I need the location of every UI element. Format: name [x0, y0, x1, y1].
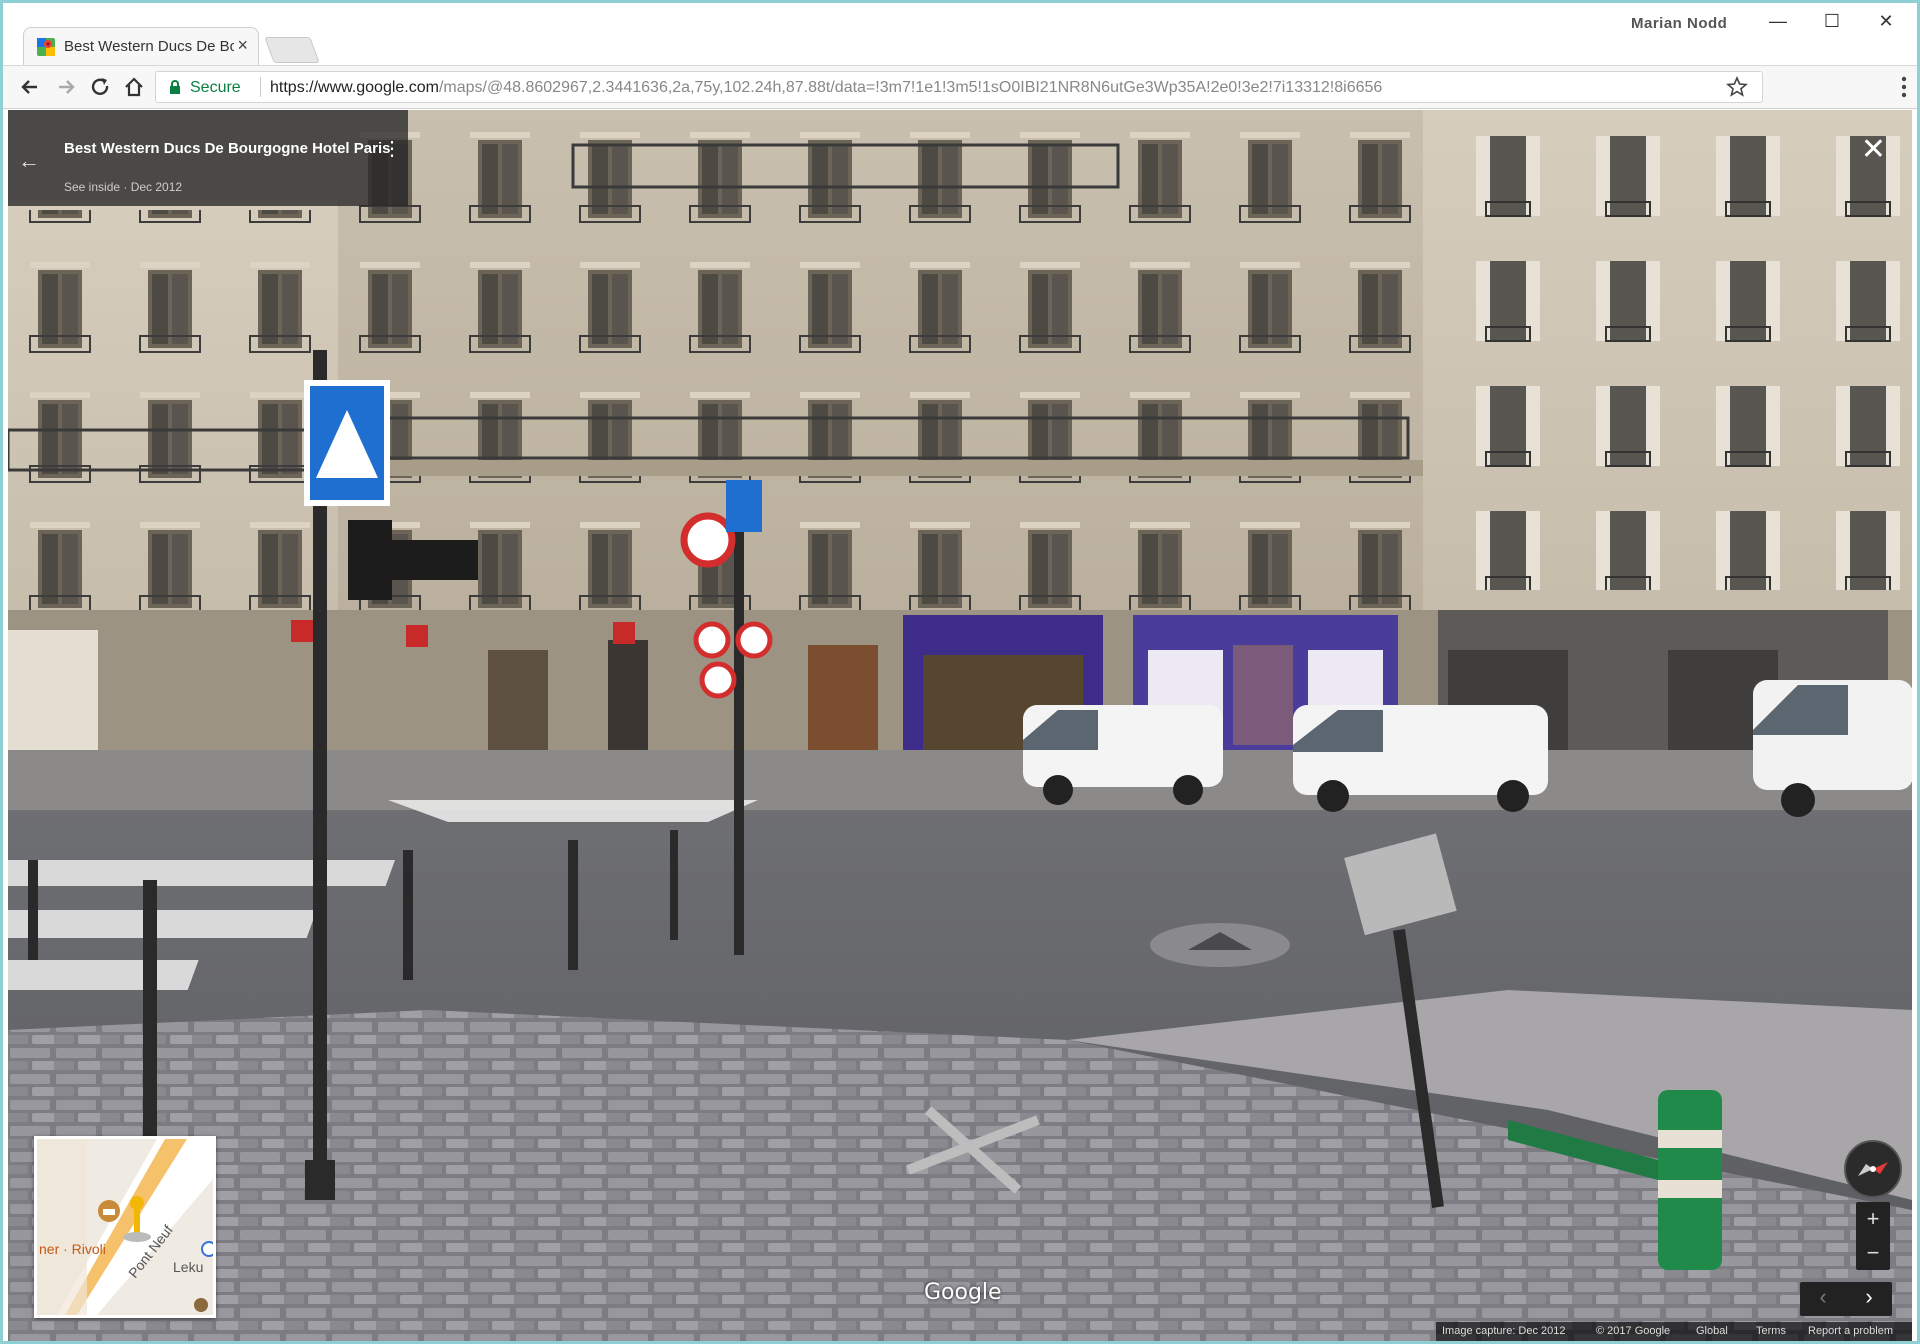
google-logo: Google [924, 1280, 1002, 1305]
minimap-graphic [37, 1139, 213, 1315]
url-path: /maps/@48.8602967,2.3441636,2a,75y,102.2… [438, 79, 1383, 96]
browser-toolbar: Secure https://www.google.com/maps/@48.8… [3, 65, 1917, 109]
global-link[interactable]: Global [1696, 1325, 1728, 1337]
minimap-label-rivoli: ner · Rivoli [39, 1241, 106, 1257]
close-window-button[interactable]: ✕ [1871, 11, 1901, 32]
url-host: https://www.google.com [270, 79, 439, 96]
google-maps-icon [37, 38, 55, 56]
secure-label: Secure [190, 79, 241, 96]
url-text[interactable]: https://www.google.com/maps/@48.8602967,… [270, 79, 1382, 97]
place-info-card: ← Best Western Ducs De Bourgogne Hotel P… [8, 110, 408, 206]
street-scene-image [8, 110, 1912, 1341]
back-icon[interactable] [17, 74, 43, 100]
place-title[interactable]: Best Western Ducs De Bourgogne Hotel Par… [64, 140, 390, 157]
minimap[interactable]: ner · Rivoli Pont Neuf Leku [34, 1136, 216, 1318]
tab-close-icon[interactable]: × [237, 35, 248, 56]
forward-icon[interactable] [53, 74, 79, 100]
menu-icon[interactable] [1901, 76, 1907, 98]
address-bar[interactable]: Secure https://www.google.com/maps/@48.8… [155, 71, 1763, 103]
new-tab-button[interactable] [264, 37, 320, 63]
zoom-control: + − [1856, 1202, 1890, 1270]
omnibox-divider [260, 77, 261, 97]
terms-link[interactable]: Terms [1756, 1325, 1786, 1337]
browser-window: Best Western Ducs De Bourgogne Hotel Par… [0, 0, 1920, 1344]
place-subtitle[interactable]: See inside · Dec 2012 [64, 180, 182, 194]
tab-title: Best Western Ducs De Bourgogne Hotel Par… [64, 38, 234, 55]
compass-needle-icon [1858, 1162, 1888, 1176]
more-options-icon[interactable]: ⋮ [382, 136, 402, 161]
photo-pager: ‹ › [1800, 1282, 1892, 1316]
maximize-button[interactable]: ☐ [1817, 11, 1847, 32]
zoom-out-button[interactable]: − [1856, 1236, 1890, 1270]
street-view-panorama[interactable]: ← Best Western Ducs De Bourgogne Hotel P… [8, 110, 1912, 1341]
minimap-label-leku: Leku [173, 1259, 204, 1275]
home-icon[interactable] [121, 74, 147, 100]
minimize-button[interactable]: — [1763, 11, 1793, 32]
compass-icon[interactable] [1844, 1140, 1902, 1198]
lock-icon [170, 80, 180, 94]
zoom-in-button[interactable]: + [1856, 1202, 1890, 1236]
copyright-text: © 2017 Google [1596, 1325, 1671, 1337]
reload-icon[interactable] [87, 74, 113, 100]
previous-photo-button[interactable]: ‹ [1800, 1284, 1846, 1314]
back-arrow-icon[interactable]: ← [18, 148, 40, 174]
profile-name[interactable]: Marian Nodd [1631, 15, 1727, 32]
star-icon[interactable] [1726, 76, 1748, 98]
report-problem-link[interactable]: Report a problem [1808, 1325, 1893, 1337]
browser-tab[interactable]: Best Western Ducs De Bourgogne Hotel Par… [23, 27, 259, 65]
next-photo-button[interactable]: › [1846, 1284, 1892, 1314]
image-capture-date: Image capture: Dec 2012 [1442, 1325, 1566, 1337]
attribution-bar: Image capture: Dec 2012 © 2017 Google Gl… [1436, 1322, 1912, 1341]
close-street-view-icon[interactable]: ✕ [1861, 132, 1886, 167]
title-bar: Best Western Ducs De Bourgogne Hotel Par… [3, 3, 1917, 65]
